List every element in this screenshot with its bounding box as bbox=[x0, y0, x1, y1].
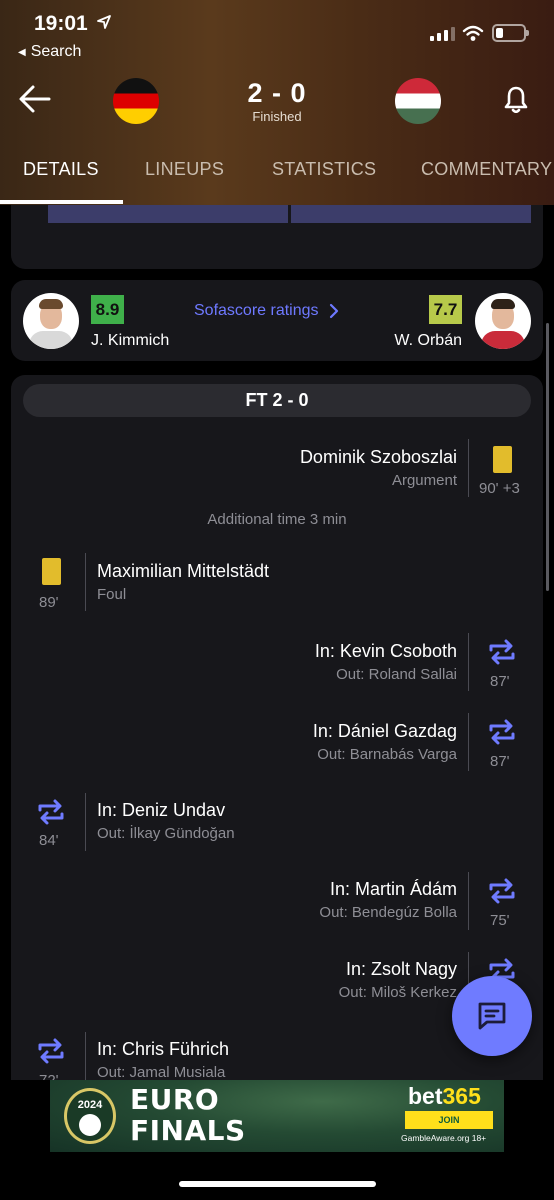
location-arrow-icon bbox=[97, 15, 111, 29]
substitution-icon bbox=[489, 719, 515, 745]
match-events-card: FT 2 - 0 Dominik Szoboszlai Argument 90'… bbox=[11, 375, 543, 1080]
ad-headline-line1: EURO bbox=[130, 1083, 220, 1116]
event-minute: 87' bbox=[490, 673, 510, 690]
cellular-signal-icon bbox=[430, 25, 455, 41]
event-player-in: In: Chris Führich bbox=[97, 1039, 230, 1059]
back-arrow-icon[interactable] bbox=[18, 84, 52, 114]
event-player-in: In: Kevin Csoboth bbox=[314, 641, 457, 661]
germany-flag-icon[interactable] bbox=[113, 78, 159, 124]
chat-button[interactable] bbox=[452, 976, 532, 1056]
event-row[interactable]: In: Martin Ádám Out: Bendegúz Bolla bbox=[319, 879, 457, 939]
event-player-in: In: Dániel Gazdag bbox=[312, 721, 457, 741]
home-indicator[interactable] bbox=[179, 1181, 376, 1187]
away-rating-badge: 7.7 bbox=[429, 295, 462, 324]
tab-details[interactable]: DETAILS bbox=[23, 159, 99, 180]
home-player-avatar[interactable] bbox=[23, 293, 79, 349]
event-divider bbox=[468, 439, 469, 497]
ad-headline: EURO FINALS bbox=[130, 1084, 246, 1146]
event-divider bbox=[85, 793, 86, 851]
battery-icon bbox=[492, 24, 529, 42]
event-minute: 84' bbox=[39, 832, 59, 849]
notification-bell-icon[interactable] bbox=[503, 85, 529, 115]
event-player-in: In: Martin Ádám bbox=[329, 879, 457, 899]
status-time: 19:01 bbox=[34, 12, 88, 35]
event-player: Maximilian Mittelstädt bbox=[97, 561, 270, 581]
chevron-right-icon bbox=[329, 303, 338, 319]
event-row[interactable]: In: Kevin Csoboth Out: Roland Sallai bbox=[315, 641, 457, 701]
event-divider bbox=[85, 1032, 86, 1080]
ad-disclaimer: GambleAware.org 18+ bbox=[401, 1133, 487, 1143]
football-icon bbox=[79, 1114, 101, 1136]
stat-bar-away bbox=[291, 205, 531, 223]
event-row[interactable]: In: Chris Führich Out: Jamal Musiala bbox=[97, 1039, 229, 1080]
tab-statistics[interactable]: STATISTICS bbox=[272, 159, 376, 180]
active-tab-indicator bbox=[0, 200, 123, 204]
ad-logo-year: 2024 bbox=[77, 1099, 103, 1111]
ad-join-button[interactable]: JOIN bbox=[405, 1111, 493, 1129]
event-minute: 72' bbox=[39, 1072, 59, 1080]
match-header: 19:01 ◀ Search 2 - 0 Finished DETAILS LI… bbox=[0, 0, 554, 205]
event-player-in: In: Zsolt Nagy bbox=[345, 959, 457, 979]
event-player-out: Out: Roland Sallai bbox=[336, 666, 457, 683]
stat-bar-home bbox=[48, 205, 288, 223]
chat-bubble-icon bbox=[478, 1002, 506, 1030]
event-divider bbox=[468, 713, 469, 771]
ad-headline-line2: FINALS bbox=[130, 1114, 246, 1147]
event-player-out: Out: Miloš Kerkez bbox=[338, 984, 457, 1001]
event-detail: Argument bbox=[391, 472, 457, 489]
ad-brand: bet365 bbox=[408, 1083, 481, 1110]
event-detail: Foul bbox=[97, 586, 127, 603]
event-row[interactable]: Dominik Szoboszlai Argument bbox=[300, 447, 457, 507]
yellow-card-icon bbox=[42, 558, 61, 585]
sofascore-ratings-link[interactable]: Sofascore ratings bbox=[194, 302, 339, 320]
details-content[interactable]: 8.9 J. Kimmich Sofascore ratings 7.7 W. … bbox=[0, 205, 554, 1080]
scrollbar[interactable] bbox=[546, 323, 549, 591]
event-row[interactable]: In: Dániel Gazdag Out: Barnabás Varga bbox=[313, 721, 457, 781]
back-app-label: Search bbox=[30, 43, 82, 60]
match-tabs: DETAILS LINEUPS STATISTICS COMMENTARY bbox=[0, 155, 554, 205]
substitution-icon bbox=[489, 639, 515, 665]
substitution-icon bbox=[489, 878, 515, 904]
back-to-search-link[interactable]: ◀ Search bbox=[18, 43, 81, 61]
home-player-name[interactable]: J. Kimmich bbox=[91, 332, 169, 350]
event-minute: 89' bbox=[39, 594, 59, 611]
event-row[interactable]: In: Zsolt Nagy Out: Miloš Kerkez bbox=[339, 959, 457, 1019]
match-status: Finished bbox=[252, 109, 302, 124]
event-row[interactable]: In: Deniz Undav Out: İlkay Gündoğan bbox=[97, 800, 235, 860]
ad-brand-suffix: 365 bbox=[442, 1083, 481, 1109]
event-minute: 90' +3 bbox=[479, 480, 520, 497]
full-time-header: FT 2 - 0 bbox=[23, 384, 531, 417]
event-player: Dominik Szoboszlai bbox=[299, 447, 457, 467]
event-divider bbox=[468, 872, 469, 930]
sofascore-ratings-label: Sofascore ratings bbox=[194, 302, 319, 319]
substitution-icon bbox=[38, 1038, 64, 1064]
event-player-out: Out: Jamal Musiala bbox=[97, 1064, 226, 1080]
ad-brand-name: bet bbox=[408, 1083, 443, 1109]
wifi-icon bbox=[462, 25, 484, 41]
previous-card bbox=[11, 205, 543, 269]
event-row[interactable]: Maximilian Mittelstädt Foul bbox=[97, 561, 269, 621]
substitution-icon bbox=[38, 799, 64, 825]
away-player-avatar[interactable] bbox=[475, 293, 531, 349]
bet365-ad-banner[interactable]: 2024 EURO FINALS bet365 JOIN GambleAware… bbox=[50, 1080, 504, 1152]
event-player-out: Out: İlkay Gündoğan bbox=[97, 825, 235, 842]
event-divider bbox=[468, 633, 469, 691]
yellow-card-icon bbox=[493, 446, 512, 473]
away-player-name[interactable]: W. Orbán bbox=[394, 332, 462, 350]
additional-time-note: Additional time 3 min bbox=[207, 511, 347, 528]
event-player-out: Out: Bendegúz Bolla bbox=[319, 904, 457, 921]
event-divider bbox=[85, 553, 86, 611]
event-minute: 75' bbox=[490, 912, 510, 929]
event-player-out: Out: Barnabás Varga bbox=[317, 746, 457, 763]
tab-lineups[interactable]: LINEUPS bbox=[145, 159, 224, 180]
ratings-card[interactable]: 8.9 J. Kimmich Sofascore ratings 7.7 W. … bbox=[11, 280, 543, 361]
home-rating-badge: 8.9 bbox=[91, 295, 124, 324]
back-triangle-icon: ◀ bbox=[18, 46, 26, 58]
tab-commentary[interactable]: COMMENTARY bbox=[421, 159, 552, 180]
euro-2024-logo: 2024 bbox=[64, 1088, 116, 1144]
event-player-in: In: Deniz Undav bbox=[97, 800, 226, 820]
hungary-flag-icon[interactable] bbox=[395, 78, 441, 124]
event-minute: 87' bbox=[490, 753, 510, 770]
match-score: 2 - 0 bbox=[247, 78, 307, 108]
